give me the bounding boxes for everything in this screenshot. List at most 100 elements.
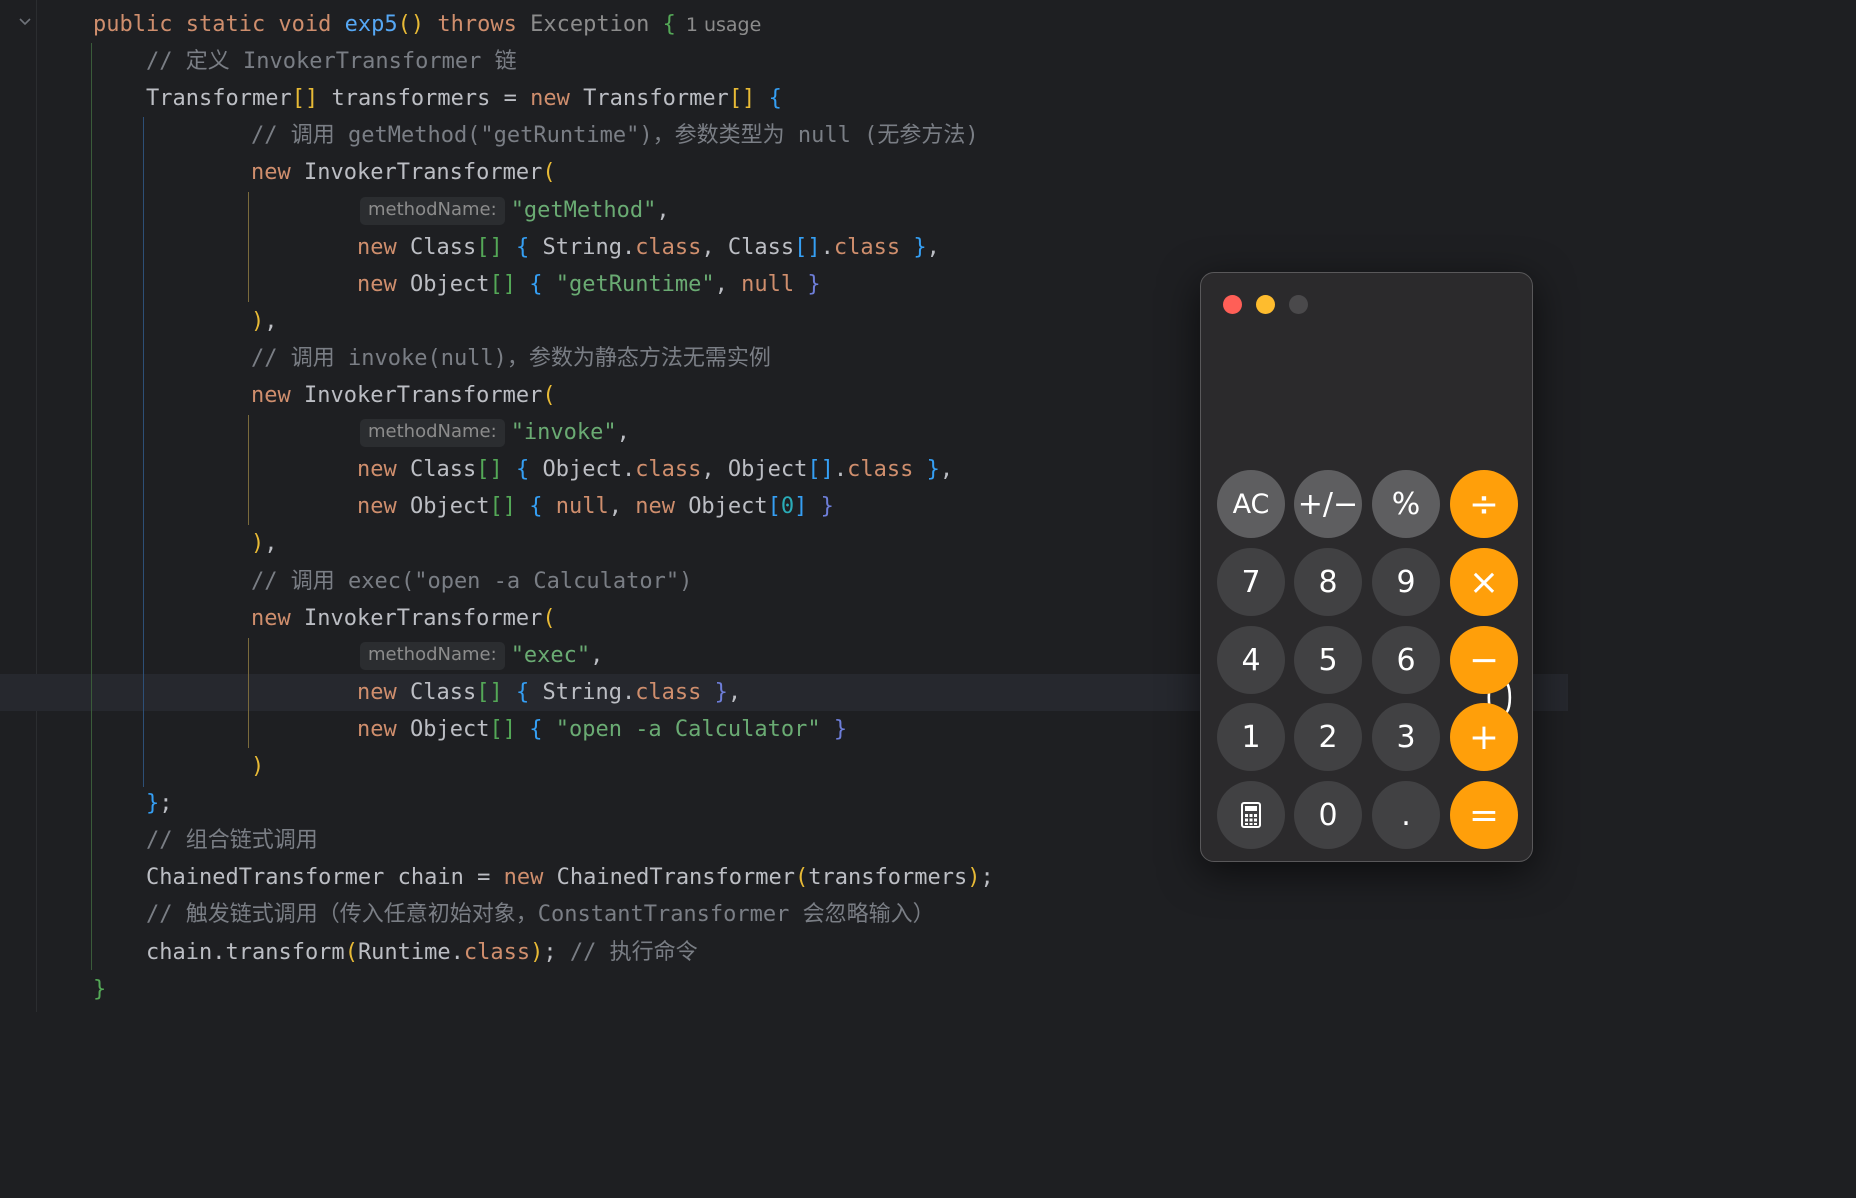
key-label: − [1468, 639, 1500, 681]
code-token: [] [476, 679, 503, 705]
digit-2-button[interactable]: 2 [1294, 703, 1362, 771]
equals-button[interactable]: = [1450, 781, 1518, 849]
code-token: Runtime. [357, 939, 464, 965]
code-line[interactable]: new InvokerTransformer( [251, 377, 556, 414]
code-token: , [714, 271, 742, 297]
code-token: ) [251, 531, 265, 557]
indent-guide [91, 43, 92, 970]
parameter-name-hint: methodName: [360, 196, 505, 225]
usage-count-hint[interactable]: 1 usage [686, 14, 761, 36]
code-line[interactable]: } [93, 971, 106, 1008]
digit-6-button[interactable]: 6 [1372, 626, 1440, 694]
code-token: [] [794, 234, 821, 260]
code-token: } [833, 716, 848, 742]
code-line[interactable]: new InvokerTransformer( [251, 154, 556, 191]
digit-1-button[interactable]: 1 [1217, 703, 1285, 771]
code-token: public static void [93, 12, 345, 37]
digit-8-button[interactable]: 8 [1294, 548, 1362, 616]
zoom-window-button[interactable] [1289, 295, 1308, 314]
subtract-button[interactable]: − [1450, 626, 1518, 694]
code-token: // 定义 InvokerTransformer 链 [146, 49, 517, 75]
digit-4-button[interactable]: 4 [1217, 626, 1285, 694]
code-token: } [820, 494, 834, 520]
multiply-button[interactable]: × [1450, 548, 1518, 616]
all-clear-button[interactable]: AC [1217, 470, 1285, 538]
code-line[interactable]: // 定义 InvokerTransformer 链 [146, 43, 517, 80]
digit-0-button[interactable]: 0 [1294, 781, 1362, 849]
code-token: { [662, 12, 676, 37]
code-token: class [635, 457, 702, 483]
code-token: } [913, 234, 927, 260]
code-line[interactable]: new Object[] { null, new Object[0] } [357, 488, 834, 525]
code-line[interactable]: new Object[] { "open -a Calculator" } [357, 711, 847, 748]
code-token: } [714, 679, 728, 705]
code-line[interactable]: // 触发链式调用（传入任意初始对象，ConstantTransformer 会… [146, 896, 935, 933]
code-token: { [515, 679, 530, 705]
code-line[interactable]: ChainedTransformer chain = new ChainedTr… [146, 859, 994, 896]
code-token: new [503, 865, 557, 891]
digit-7-button[interactable]: 7 [1217, 548, 1285, 616]
code-token: , [264, 308, 278, 334]
digit-5-button[interactable]: 5 [1294, 626, 1362, 694]
code-line[interactable]: // 组合链式调用 [146, 822, 318, 859]
code-line[interactable]: ) [251, 748, 264, 785]
code-line[interactable]: methodName: "exec", [360, 637, 603, 674]
code-token: ; [543, 939, 570, 965]
indent-guide [143, 117, 144, 787]
code-line[interactable]: methodName: "invoke", [360, 414, 630, 451]
code-token: [] [476, 457, 503, 483]
code-line[interactable]: new Class[] { String.class }, [357, 674, 741, 711]
code-token: ; [159, 791, 173, 817]
code-token: , [939, 457, 954, 483]
minimize-window-button[interactable] [1256, 295, 1275, 314]
code-line[interactable]: ), [251, 525, 278, 562]
code-line[interactable]: new Class[] { String.class, Class[].clas… [357, 229, 940, 266]
percent-button[interactable]: % [1372, 470, 1440, 538]
code-token: } [146, 791, 160, 817]
code-token: . [833, 457, 848, 483]
code-line[interactable]: new Class[] { Object.class, Object[].cla… [357, 451, 953, 488]
calculator-mode-button[interactable] [1217, 781, 1285, 849]
code-token: ) [251, 308, 265, 334]
code-line[interactable]: chain.transform(Runtime.class); // 执行命令 [146, 934, 698, 971]
calculator-window: 0 AC +/−% ÷ 7 8 9 × 4 5 6−1 2 3 +0. = [1200, 272, 1533, 862]
code-line[interactable]: // 调用 invoke(null)，参数为静态方法无需实例 [251, 340, 771, 377]
code-token: Exception [530, 12, 663, 37]
code-line[interactable]: ), [251, 303, 278, 340]
close-window-button[interactable] [1223, 295, 1242, 314]
divide-button[interactable]: ÷ [1450, 470, 1518, 538]
key-label: . [1401, 797, 1411, 833]
key-label: 2 [1318, 719, 1338, 755]
code-token: // 触发链式调用（传入任意初始对象，ConstantTransformer 会… [146, 902, 935, 928]
digit-3-button[interactable]: 3 [1372, 703, 1440, 771]
code-token: class [833, 234, 901, 260]
code-token: , Object [701, 457, 808, 483]
code-line[interactable]: // 调用 getMethod("getRuntime")，参数类型为 null… [251, 117, 979, 154]
decimal-button[interactable]: . [1372, 781, 1440, 849]
digit-9-button[interactable]: 9 [1372, 548, 1440, 616]
code-token: [] [728, 86, 756, 112]
code-line[interactable]: new Object[] { "getRuntime", null } [357, 266, 821, 303]
code-token: "invoke" [510, 420, 617, 446]
code-line[interactable]: }; [146, 785, 173, 822]
add-button[interactable]: + [1450, 703, 1518, 771]
code-token: new [251, 383, 304, 408]
code-token: ) [410, 12, 425, 37]
code-line[interactable]: Transformer[] transformers = new Transfo… [146, 80, 782, 117]
code-line[interactable]: // 调用 exec("open -a Calculator") [251, 563, 692, 600]
fold-chevron-icon[interactable] [17, 14, 33, 30]
code-token: new [357, 457, 410, 483]
code-line[interactable]: methodName: "getMethod", [360, 192, 670, 229]
key-label: 7 [1241, 564, 1261, 600]
key-label: % [1391, 486, 1421, 522]
plus-minus-button[interactable]: +/− [1294, 470, 1362, 538]
code-token: ( [795, 865, 809, 891]
code-token: [] [807, 457, 834, 483]
code-token: Class [409, 457, 477, 483]
code-token: 0 [780, 494, 795, 520]
code-line[interactable]: new InvokerTransformer( [251, 600, 556, 637]
code-line[interactable]: public static void exp5() throws Excepti… [93, 6, 761, 43]
